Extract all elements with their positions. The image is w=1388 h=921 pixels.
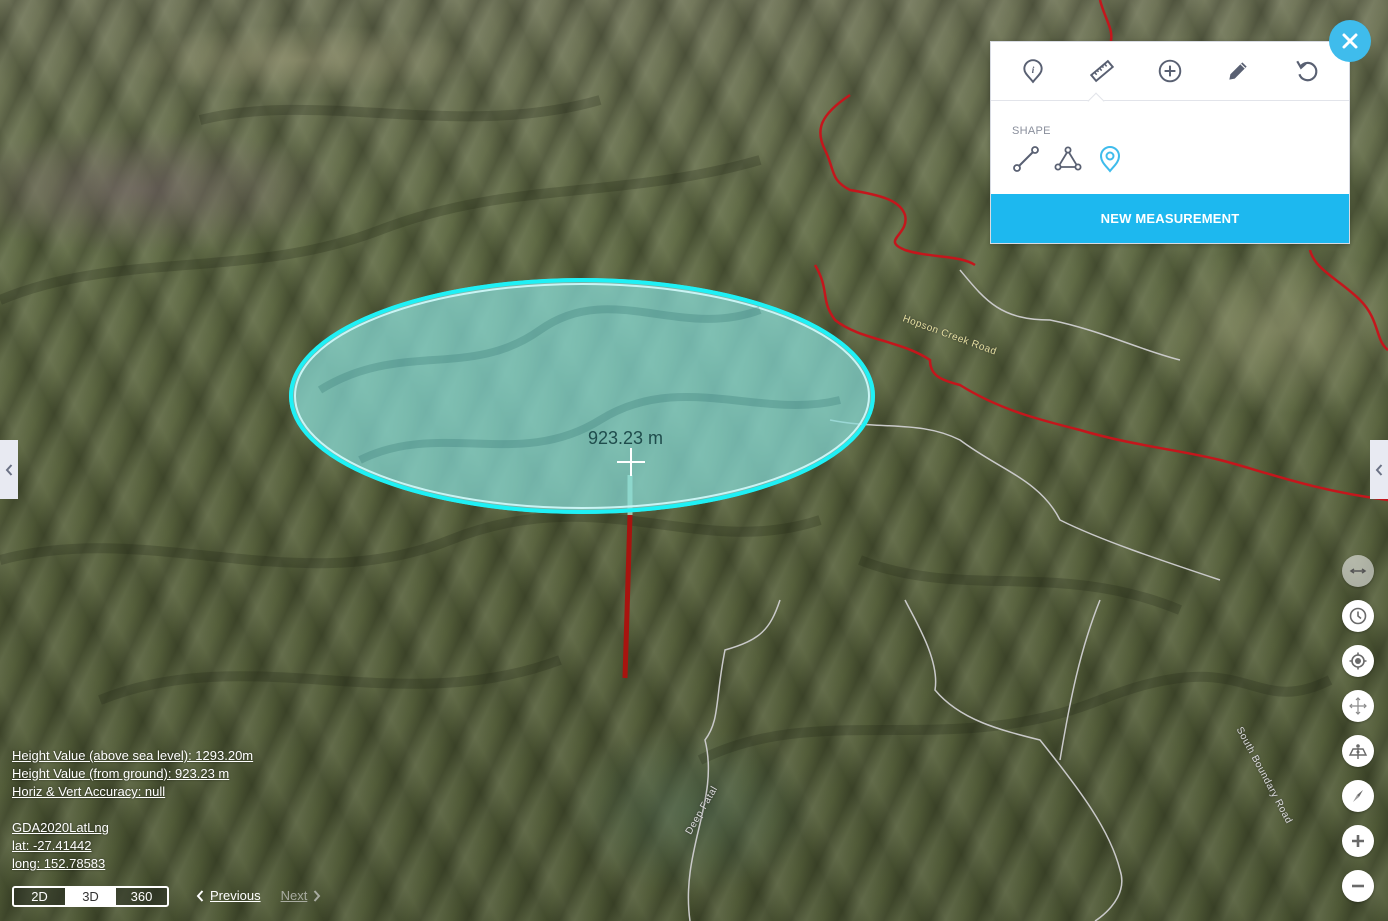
new-measurement-button[interactable]: NEW MEASUREMENT [991, 194, 1349, 243]
north-up-button[interactable] [1342, 555, 1374, 587]
map-controls [1342, 555, 1374, 902]
shape-options [1012, 145, 1328, 173]
left-panel-toggle[interactable] [0, 440, 18, 499]
next-link: Next [281, 888, 322, 903]
target-icon [1349, 652, 1367, 670]
tab-draw[interactable] [1218, 51, 1258, 91]
accuracy[interactable]: Horiz & Vert Accuracy: null [12, 783, 253, 801]
move-arrows-icon [1349, 697, 1367, 715]
pan-button[interactable] [1342, 690, 1374, 722]
svg-text:i: i [1032, 65, 1035, 76]
tool-tabs: i [991, 42, 1349, 110]
chevron-right-icon [314, 889, 321, 902]
tab-info[interactable]: i [1013, 51, 1053, 91]
view-2d[interactable]: 2D [14, 888, 65, 905]
zoom-out-button[interactable] [1342, 870, 1374, 902]
tab-reset[interactable] [1287, 51, 1327, 91]
info-pin-icon: i [1023, 59, 1043, 84]
previous-label: Previous [210, 888, 261, 903]
plus-circle-icon [1158, 59, 1182, 83]
undo-icon [1296, 60, 1318, 82]
height-above-sea-level[interactable]: Height Value (above sea level): 1293.20m [12, 747, 253, 765]
location-pin-icon [1099, 146, 1121, 173]
chevron-left-icon [196, 889, 204, 902]
measure-tool-panel: i SHAPE NEW MEASUREMENT [990, 41, 1350, 244]
pager: Previous Next [196, 888, 321, 903]
tab-add[interactable] [1150, 51, 1190, 91]
chevron-left-icon [1375, 463, 1383, 476]
plus-icon [1352, 835, 1364, 847]
locate-button[interactable] [1342, 645, 1374, 677]
shape-section: SHAPE [991, 101, 1349, 194]
compass-needle-icon [1353, 790, 1363, 802]
ruler-icon [1089, 59, 1114, 83]
tilt-button[interactable] [1342, 735, 1374, 767]
view-360[interactable]: 360 [116, 888, 167, 905]
shape-polygon[interactable] [1054, 145, 1082, 173]
tilt-plane-icon [1348, 744, 1368, 759]
next-label: Next [280, 888, 308, 903]
height-from-ground[interactable]: Height Value (from ground): 923.23 m [12, 765, 253, 783]
close-icon [1342, 33, 1358, 49]
clock-icon [1349, 607, 1367, 625]
triangle-shape-icon [1054, 146, 1082, 171]
tab-measure[interactable] [1082, 51, 1122, 91]
latitude[interactable]: lat: -27.41442 [12, 837, 253, 855]
minus-icon [1352, 884, 1364, 888]
previous-link[interactable]: Previous [196, 888, 261, 903]
view-mode-toggle: 2D 3D 360 [12, 886, 169, 907]
datum[interactable]: GDA2020LatLng [12, 819, 253, 837]
zoom-in-button[interactable] [1342, 825, 1374, 857]
shape-line[interactable] [1012, 145, 1040, 173]
compass-rose-icon [1349, 568, 1367, 574]
shape-title: SHAPE [1012, 125, 1051, 137]
crosshair-icon [617, 448, 645, 476]
view-3d[interactable]: 3D [65, 888, 116, 905]
right-panel-toggle[interactable] [1370, 440, 1388, 499]
measurement-label: 923.23 m [588, 428, 664, 448]
pencil-icon [1229, 62, 1248, 80]
height-line [622, 514, 633, 679]
line-shape-icon [1013, 146, 1039, 172]
shape-point[interactable] [1096, 145, 1124, 173]
position-info: Height Value (above sea level): 1293.20m… [12, 747, 253, 873]
longitude[interactable]: long: 152.78583 [12, 855, 253, 873]
time-button[interactable] [1342, 600, 1374, 632]
compass-button[interactable] [1342, 780, 1374, 812]
chevron-left-icon [5, 463, 13, 476]
close-button[interactable] [1329, 20, 1371, 62]
